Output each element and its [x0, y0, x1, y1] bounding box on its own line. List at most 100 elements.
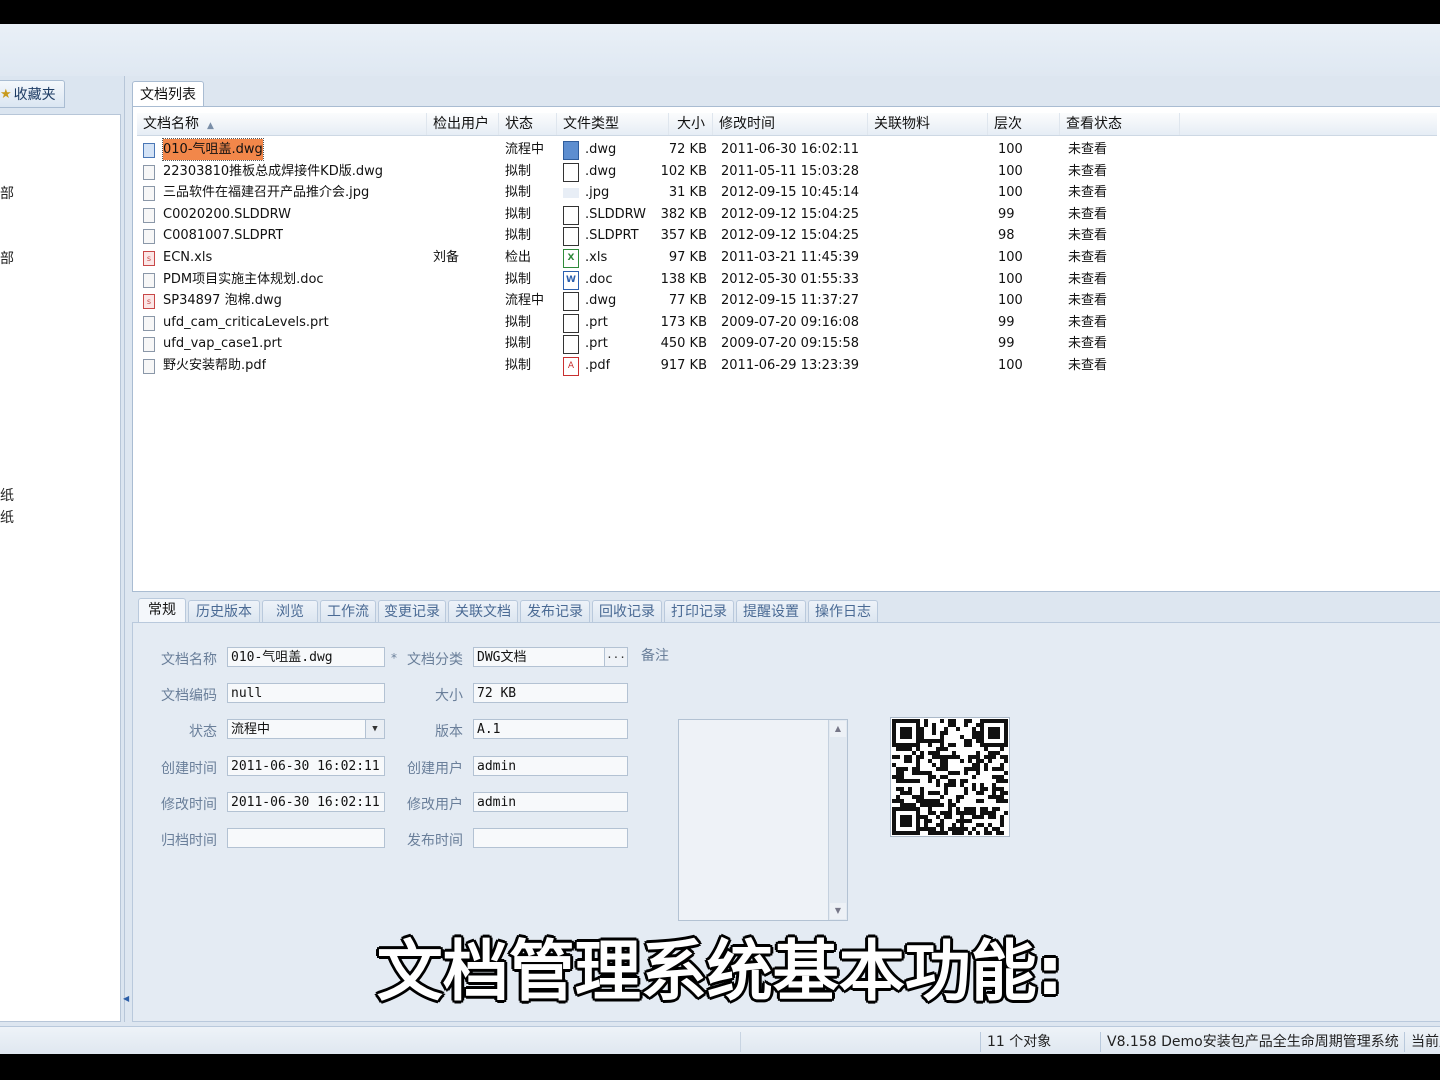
file-type-icon — [563, 205, 579, 225]
file-type-icon — [563, 227, 579, 247]
cell-status: 拟制 — [505, 314, 532, 330]
tab-change-records[interactable]: 变更记录 — [378, 600, 446, 623]
label-created-user: 创建用户 — [407, 761, 463, 777]
column-header-size[interactable]: 大小 — [669, 113, 713, 135]
doc-name-field[interactable]: 010-气咀盖.dwg — [227, 647, 385, 667]
doc-code-field[interactable]: null — [227, 683, 385, 703]
cell-size: 917 KB — [660, 358, 707, 373]
scroll-up-icon[interactable]: ▲ — [830, 721, 846, 737]
tab-recycle-records[interactable]: 回收记录 — [592, 600, 662, 623]
toolbar — [0, 24, 1440, 77]
version-field[interactable]: A.1 — [473, 719, 628, 739]
document-file-icon — [143, 229, 155, 245]
app-window: ★ 收藏夹 部 部 纸 纸 ◀ 文档列表 文档名称 ▲ 检出用户 状态 文件类型 … — [0, 76, 1440, 1026]
table-row[interactable]: s ECN.xls 刘备 检出 X .xls 97 KB 2011-03-21 11:45:3… — [137, 247, 1437, 268]
cell-file-type: .SLDDRW — [585, 206, 647, 222]
table-row[interactable]: 010-气咀盖.dwg 流程中 .dwg 72 KB 2011-06-30 16:02:… — [137, 138, 1437, 161]
created-user-field[interactable]: admin — [473, 756, 628, 776]
cell-name: 野火安装帮助.pdf — [163, 358, 267, 373]
memo-scrollbar[interactable]: ▲ ▼ — [828, 720, 847, 920]
created-time-field[interactable]: 2011-06-30 16:02:11 — [227, 756, 385, 776]
cell-level: 100 — [998, 271, 1023, 287]
cell-level: 100 — [998, 293, 1023, 309]
folder-tree[interactable]: 部 部 纸 纸 — [0, 114, 121, 1022]
column-header-file-type[interactable]: 文件类型 — [557, 113, 669, 135]
tab-history-versions[interactable]: 历史版本 — [188, 600, 260, 623]
cell-name: ECN.xls — [163, 250, 213, 265]
system-version: V8.158 Demo安装包产品全生命周期管理系统 — [1100, 1032, 1399, 1052]
table-row[interactable]: ufd_cam_criticaLevels.prt 拟制 .prt 173 KB 200… — [137, 312, 1437, 333]
cell-level: 99 — [998, 206, 1015, 222]
document-list: 文档名称 ▲ 检出用户 状态 文件类型 大小 修改时间 关联物料 层次 查看状态 … — [132, 106, 1440, 592]
tab-publish-records[interactable]: 发布记录 — [520, 600, 590, 623]
column-header-checkout-user[interactable]: 检出用户 — [427, 113, 499, 135]
column-header-material[interactable]: 关联物料 — [868, 113, 988, 135]
label-doc-category: 文档分类 — [407, 652, 463, 668]
table-row[interactable]: C0020200.SLDDRW 拟制 .SLDDRW 382 KB 2012-09-12… — [137, 204, 1437, 225]
cell-size: 450 KB — [660, 336, 707, 352]
table-row[interactable]: 22303810推板总成焊接件KD版.dwg 拟制 .dwg 102 KB 2011-0… — [137, 161, 1437, 182]
tab-general[interactable]: 常规 — [138, 598, 186, 623]
tab-document-list[interactable]: 文档列表 — [132, 81, 204, 106]
favorites-icon: ★ — [0, 86, 12, 102]
file-type-icon: W — [563, 270, 579, 290]
cell-name: 三品软件在福建召开产品推介会.jpg — [163, 185, 370, 201]
table-row[interactable]: 野火安装帮助.pdf 拟制 A .pdf 917 KB 2011-06-29 13:23:… — [137, 355, 1437, 376]
column-header-modified-time[interactable]: 修改时间 — [713, 113, 868, 135]
favorites-tab[interactable]: ★ 收藏夹 — [0, 80, 65, 108]
publish-time-field[interactable] — [473, 828, 628, 848]
tab-reminder-settings[interactable]: 提醒设置 — [736, 600, 806, 623]
document-file-icon — [143, 359, 155, 374]
document-file-icon — [143, 143, 155, 158]
status-select[interactable]: 流程中 ▼ — [227, 719, 385, 739]
chevron-down-icon[interactable]: ▼ — [365, 720, 384, 738]
cell-level: 100 — [998, 142, 1023, 157]
tree-item[interactable]: 纸 — [0, 507, 14, 527]
cell-size: 77 KB — [668, 293, 707, 309]
tree-item[interactable]: 部 — [0, 183, 14, 203]
size-field[interactable]: 72 KB — [473, 683, 628, 703]
file-type-icon — [563, 141, 579, 160]
cell-view-status: 未查看 — [1068, 358, 1108, 373]
column-header-status[interactable]: 状态 — [499, 113, 557, 135]
cell-file-type: .xls — [585, 250, 608, 265]
memo-textarea[interactable]: ▲ ▼ — [678, 719, 848, 921]
cell-file-type: .jpg — [585, 185, 610, 201]
tree-item[interactable]: 部 — [0, 248, 14, 268]
label-doc-name: 文档名称 — [161, 652, 217, 668]
tab-operation-log[interactable]: 操作日志 — [808, 600, 878, 623]
column-header-level[interactable]: 层次 — [988, 113, 1060, 135]
table-row[interactable]: PDM项目实施主体规划.doc 拟制 W .doc 138 KB 2012-05-30 0… — [137, 269, 1437, 290]
cell-modified: 2011-03-21 11:45:39 — [721, 250, 860, 265]
cell-status: 流程中 — [505, 293, 545, 309]
cell-status: 拟制 — [505, 163, 532, 179]
cell-view-status: 未查看 — [1068, 271, 1108, 287]
table-row[interactable]: 三品软件在福建召开产品推介会.jpg 拟制 .jpg 31 KB 2012-09-15 … — [137, 182, 1437, 203]
tab-print-records[interactable]: 打印记录 — [664, 600, 734, 623]
label-doc-code: 文档编码 — [161, 688, 217, 704]
document-file-icon — [143, 186, 155, 202]
column-header-row: 文档名称 ▲ 检出用户 状态 文件类型 大小 修改时间 关联物料 层次 查看状态 — [137, 113, 1437, 136]
column-header-name[interactable]: 文档名称 ▲ — [137, 113, 427, 135]
cell-size: 173 KB — [660, 314, 707, 330]
scroll-down-icon[interactable]: ▼ — [830, 903, 846, 919]
tab-preview[interactable]: 浏览 — [262, 600, 318, 623]
column-header-view-status[interactable]: 查看状态 — [1060, 113, 1180, 135]
table-row[interactable]: s SP34897 泡棉.dwg 流程中 .dwg 77 KB 2012-09-15 11… — [137, 290, 1437, 312]
cell-file-type: .doc — [585, 271, 613, 287]
table-row[interactable]: ufd_vap_case1.prt 拟制 .prt 450 KB 2009-07-20 … — [137, 333, 1437, 355]
file-type-icon — [563, 162, 579, 182]
cell-modified: 2012-09-12 15:04:25 — [721, 228, 860, 244]
modified-time-field[interactable]: 2011-06-30 16:02:11 — [227, 792, 385, 812]
tab-workflow[interactable]: 工作流 — [320, 600, 376, 623]
modified-user-field[interactable]: admin — [473, 792, 628, 812]
tree-item[interactable]: 纸 — [0, 485, 14, 505]
tab-related-docs[interactable]: 关联文档 — [448, 600, 518, 623]
archive-time-field[interactable] — [227, 828, 385, 848]
table-row[interactable]: C0081007.SLDPRT 拟制 .SLDPRT 357 KB 2012-09-12… — [137, 225, 1437, 247]
cell-file-type: .dwg — [585, 142, 617, 157]
cell-view-status: 未查看 — [1068, 250, 1108, 265]
document-file-icon — [143, 164, 155, 180]
cell-file-type: .dwg — [585, 293, 617, 309]
cell-status: 拟制 — [505, 358, 532, 373]
